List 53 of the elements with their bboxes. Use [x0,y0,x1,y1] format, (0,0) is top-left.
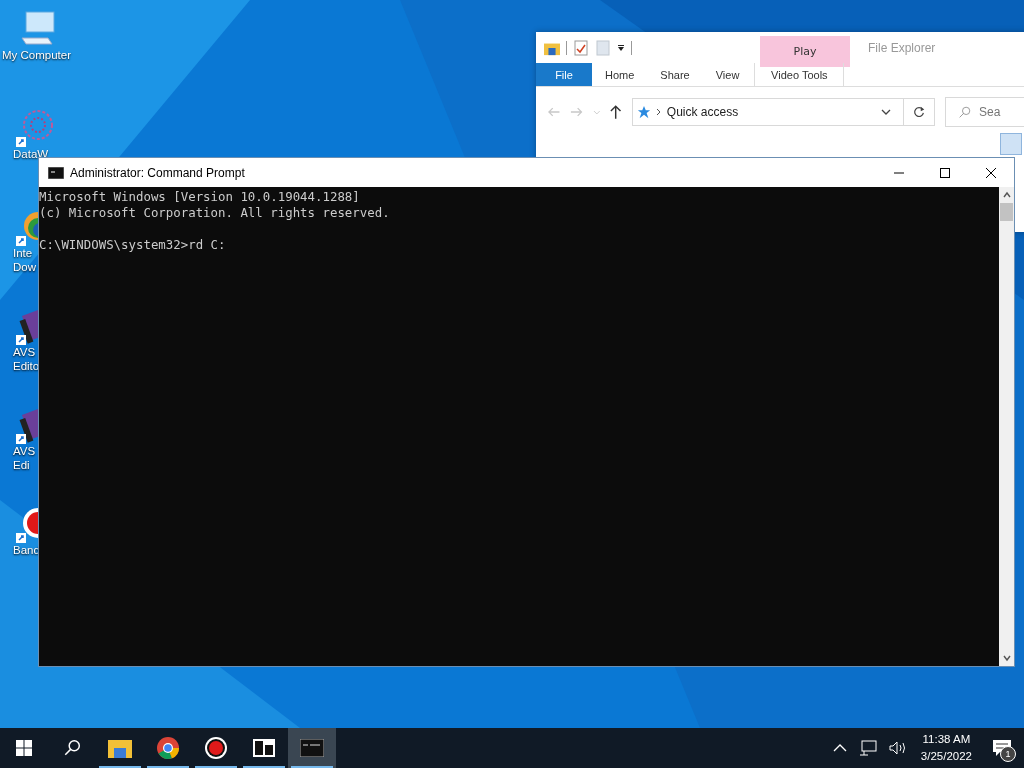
scroll-up-icon[interactable] [1001,191,1012,199]
icon-label: Edi [12,458,30,472]
browser-icon [156,736,180,760]
notification-count: 1 [1000,746,1016,762]
ribbon-tab[interactable]: Share [647,63,703,86]
icon-label: AVS [12,444,36,458]
icon-label: DataW [12,147,49,161]
window-title: Administrator: Command Prompt [70,165,245,180]
notification-button[interactable]: 1 [980,728,1024,768]
ribbon-tab[interactable]: View [702,63,753,86]
console-line: C:\WINDOWS\system32>rd C: [39,236,226,253]
search-icon [63,739,81,757]
ribbon-tab[interactable]: Video Tools [754,63,845,86]
up-arrow-icon[interactable] [608,104,624,120]
console-line: Microsoft Windows [Version 10.0.19044.1288] [39,189,360,205]
context-group-label: Play [760,36,850,67]
address-text: Quick access [666,105,740,119]
speaker-icon[interactable] [888,740,907,756]
close-icon [986,167,996,178]
scroll-down-icon[interactable] [1001,654,1012,662]
folder-icon [108,738,132,758]
chevron-icon [654,108,663,116]
icon-label: Band [12,543,40,557]
search-field[interactable]: Sea [945,97,1024,127]
icon-label: Edito [12,359,40,373]
archive-icon [253,739,275,757]
icon-label: Inte [12,246,33,260]
console-line: (c) Microsoft Corporation. All rights reserved. [39,205,390,221]
properties-icon[interactable] [573,39,589,56]
taskbar-app[interactable] [288,728,336,768]
file-menu-tab[interactable]: File [536,63,592,86]
console-icon [48,166,64,179]
dropdown-icon[interactable] [617,43,625,52]
computer-icon[interactable] [18,8,58,48]
icon-label: My Computer [2,48,72,62]
search-input[interactable]: Sea [979,105,1020,119]
scrollbar[interactable] [999,187,1014,666]
scrollbar-thumb[interactable] [1000,203,1013,221]
address-bar[interactable]: Quick access [631,98,936,126]
clock[interactable]: 11:38 AM 3/25/2022 [912,731,980,765]
icon-label: AVS [12,345,36,359]
star-icon [636,105,651,119]
chevron-up-icon[interactable] [832,743,847,753]
record-icon [204,736,228,760]
icon-label: Dow [12,260,36,274]
console-icon [300,739,324,757]
dropdown-icon[interactable] [881,108,892,116]
windows-icon [16,740,32,756]
view-toggle-icon[interactable] [1000,133,1022,155]
ribbon-tab[interactable]: Home [592,63,648,86]
window-title: File Explorer [868,40,936,55]
maximize-icon [940,167,950,178]
search-icon [958,105,972,119]
